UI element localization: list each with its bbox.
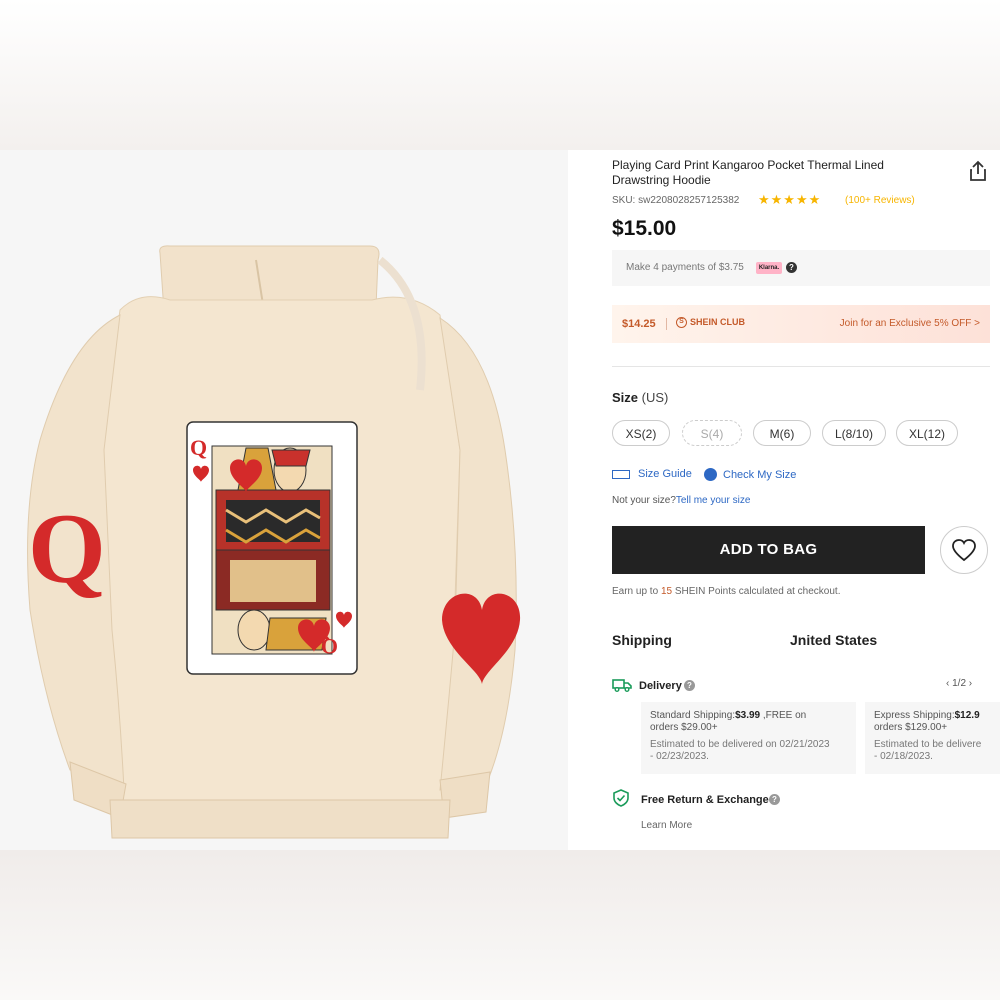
- standard-estimate-line2: - 02/23/2023.: [650, 751, 709, 762]
- size-unit: (US): [641, 390, 669, 405]
- standard-free-line1: ,FREE on: [760, 710, 807, 721]
- points-number: 15: [660, 586, 673, 597]
- ruler-icon: [612, 470, 630, 479]
- product-details-panel: Playing Card Print Kangaroo Pocket Therm…: [568, 150, 1000, 850]
- shein-club-logo: S SHEIN CLUB: [676, 317, 746, 329]
- size-guide-link[interactable]: Size Guide: [638, 468, 692, 480]
- delivery-help-icon[interactable]: ?: [684, 680, 695, 691]
- points-info: Earn up to 15 SHEIN Points calculated at…: [612, 586, 840, 597]
- check-my-size-link[interactable]: Check My Size: [723, 469, 796, 481]
- express-estimate-line1: Estimated to be delivere: [874, 739, 982, 750]
- hoodie-illustration: Q Q Q: [27, 245, 521, 839]
- product-page-screenshot: Q Q Q Playing Card Print Kangaroo Pocket…: [0, 150, 1000, 850]
- card-rank-bottom: Q: [321, 634, 338, 659]
- delivery-label: Delivery: [639, 680, 682, 692]
- club-price: $14.25: [622, 318, 656, 330]
- background-bottom: [0, 850, 1000, 1000]
- size-label-text: Size: [612, 390, 639, 405]
- not-your-size-row: Not your size?Tell me your size: [612, 495, 750, 506]
- sleeve-letter: Q: [28, 493, 106, 604]
- shipping-country-select[interactable]: Jnited States: [790, 632, 877, 648]
- free-return-label: Free Return & Exchange: [641, 794, 769, 806]
- size-option-l[interactable]: L(8/10): [822, 420, 886, 446]
- express-shipping-price: $12.9: [954, 710, 980, 721]
- product-image[interactable]: Q Q Q: [0, 150, 568, 850]
- reviews-link[interactable]: (100+ Reviews): [845, 195, 915, 206]
- standard-estimate-line1: Estimated to be delivered on 02/21/2023: [650, 739, 830, 750]
- size-option-m[interactable]: M(6): [753, 420, 811, 446]
- shein-club-banner[interactable]: $14.25 S SHEIN CLUB Join for an Exclusive…: [612, 305, 990, 343]
- standard-shipping-title: Standard Shipping:: [650, 710, 736, 721]
- club-divider: [666, 318, 667, 330]
- background-top: [0, 0, 1000, 150]
- size-label: Size (US): [612, 390, 668, 405]
- express-free-line2: orders $129.00+: [874, 722, 948, 733]
- product-price: $15.00: [612, 217, 677, 240]
- shield-check-icon: [612, 789, 630, 807]
- wishlist-heart-icon[interactable]: [940, 526, 988, 574]
- klarna-payment-row[interactable]: Make 4 payments of $3.75 Klarna. ?: [612, 250, 990, 286]
- card-rank-top: Q: [190, 435, 207, 460]
- not-your-size-text: Not your size?: [612, 495, 676, 506]
- product-sku: SKU: sw2208028257125382: [612, 195, 740, 206]
- check-size-icon: [704, 468, 717, 481]
- standard-shipping-card: Standard Shipping:$3.99 ,FREE on orders …: [641, 702, 856, 774]
- size-option-xl[interactable]: XL(12): [896, 420, 958, 446]
- standard-shipping-price: $3.99: [735, 710, 761, 721]
- express-shipping-card: Express Shipping:$12.9 orders $129.00+ E…: [865, 702, 1000, 774]
- size-option-xs[interactable]: XS(2): [612, 420, 670, 446]
- rating-stars-icon: ★★★★★: [758, 192, 822, 207]
- points-prefix: Earn up to: [612, 586, 659, 597]
- klarna-logo: Klarna.: [756, 262, 782, 274]
- tell-me-your-size-link[interactable]: Tell me your size: [676, 495, 750, 506]
- return-help-icon[interactable]: ?: [769, 794, 780, 805]
- truck-icon: [612, 678, 632, 692]
- club-join-link[interactable]: Join for an Exclusive 5% OFF >: [840, 318, 980, 329]
- shipping-label: Shipping: [612, 632, 672, 648]
- product-title: Playing Card Print Kangaroo Pocket Therm…: [612, 158, 884, 187]
- express-shipping-title: Express Shipping:: [874, 710, 955, 721]
- klarna-text: Make 4 payments of $3.75: [626, 262, 744, 273]
- size-option-s[interactable]: S(4): [682, 420, 742, 446]
- express-estimate-line2: - 02/18/2023.: [874, 751, 933, 762]
- club-ring-icon: S: [676, 317, 687, 329]
- share-icon[interactable]: [968, 160, 988, 182]
- learn-more-link[interactable]: Learn More: [641, 820, 692, 831]
- section-divider: [612, 366, 990, 367]
- standard-free-line2: orders $29.00+: [650, 722, 718, 733]
- add-to-bag-button[interactable]: ADD TO BAG: [612, 526, 925, 574]
- klarna-help-icon[interactable]: ?: [786, 262, 797, 273]
- shipping-pager[interactable]: ‹ 1/2 ›: [946, 678, 972, 689]
- club-logo-text: SHEIN CLUB: [690, 317, 746, 327]
- points-suffix: SHEIN Points calculated at checkout.: [674, 586, 841, 597]
